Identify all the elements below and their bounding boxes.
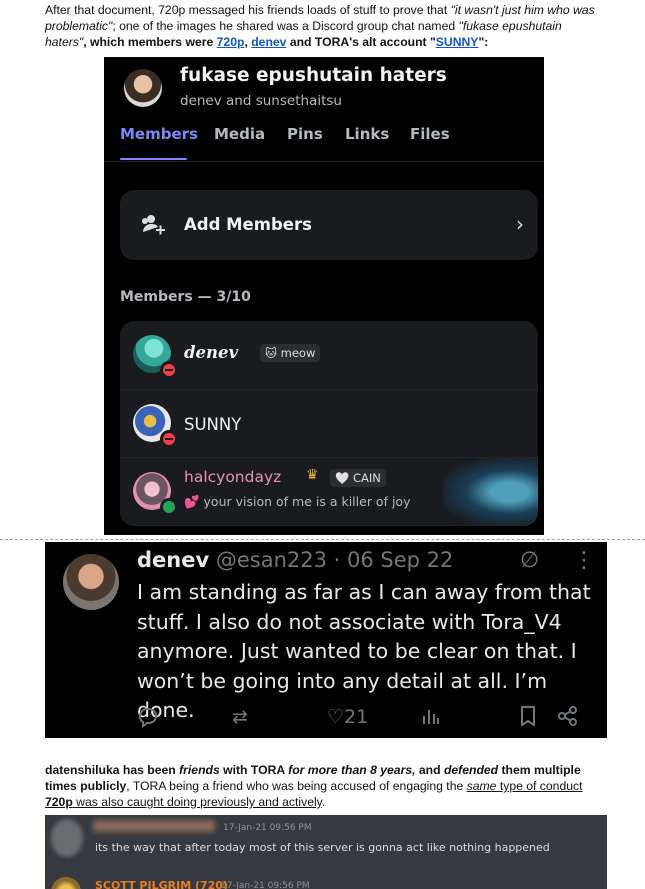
tab-links[interactable]: Links (345, 125, 389, 143)
server-tag: 🐱 meow (260, 344, 321, 362)
tweet-screenshot: denev @esan223 · 06 Sep 22 ∅ ⋮ I am stan… (45, 542, 607, 738)
avatar (51, 877, 81, 889)
tweet-author: denev (137, 548, 210, 572)
views-icon[interactable] (422, 706, 440, 731)
grok-icon[interactable]: ∅ (520, 548, 539, 573)
datenshiluka-paragraph: datenshiluka has been friends with TORA … (45, 762, 605, 810)
para-text: and (415, 763, 444, 777)
para-text: was also caught doing previously and act… (72, 795, 322, 809)
tab-members[interactable]: Members (120, 125, 198, 143)
members-list: denev 🐱 meow SUNNY halcyondayz ♛ 🤍 CAIN … (120, 321, 538, 526)
section-divider (0, 539, 645, 540)
member-row-sunny[interactable]: SUNNY (120, 389, 538, 458)
message-timestamp: 17-Jan-21 09:56 PM (221, 881, 310, 889)
discord-screenshot: fukase epushutain haters denev and sunse… (104, 57, 544, 535)
para-emphasis: same (466, 779, 497, 793)
para-emphasis: 720p (45, 795, 73, 809)
para-text: with TORA (219, 763, 289, 777)
tweet-text: I am standing as far as I can away from … (137, 580, 591, 722)
intro-text: and TORA's alt account " (286, 35, 436, 49)
chevron-right-icon: › (516, 212, 524, 236)
chat-message: its the way that after today most of thi… (95, 841, 550, 854)
like-button[interactable]: ♡21 (327, 706, 368, 728)
link-sunny[interactable]: SUNNY (436, 35, 479, 49)
avatar (63, 554, 119, 610)
tweet-handle-date: @esan223 · 06 Sep 22 (215, 548, 454, 572)
message-timestamp: 17-Jan-21 09:56 PM (223, 823, 312, 833)
para-emphasis: for more than 8 years, (288, 763, 416, 777)
tab-pins[interactable]: Pins (287, 125, 323, 143)
member-row-halcyondayz[interactable]: halcyondayz ♛ 🤍 CAIN 💕 your vision of me… (120, 457, 538, 526)
para-text: type of conduct (496, 779, 583, 793)
server-tag: 🤍 CAIN (330, 469, 386, 487)
more-icon[interactable]: ⋮ (573, 548, 595, 573)
reply-icon[interactable] (137, 706, 159, 733)
group-name: fukase epushutain haters (180, 65, 447, 86)
divider (104, 161, 544, 162)
intro-text: After that document, 720p messaged his f… (45, 3, 451, 17)
add-members-button[interactable]: Add Members › (120, 190, 538, 260)
para-emphasis: defended (443, 763, 499, 777)
member-name: SUNNY (184, 415, 242, 434)
member-name: denev (184, 343, 239, 362)
member-name: halcyondayz (184, 468, 282, 486)
like-count: 21 (344, 706, 369, 728)
add-member-icon (142, 215, 165, 235)
blurred-avatar (51, 819, 83, 857)
bookmark-icon[interactable] (520, 706, 536, 731)
member-row-denev[interactable]: denev 🐱 meow (120, 321, 538, 389)
crown-icon: ♛ (306, 467, 319, 483)
link-720p[interactable]: 720p (217, 35, 245, 49)
blurred-username (93, 820, 215, 832)
para-emphasis: friends (179, 763, 220, 777)
add-members-label: Add Members (184, 215, 312, 234)
intro-text: , which members were (83, 35, 217, 49)
intro-text: ": (478, 35, 489, 49)
custom-status: 💕 your vision of me is a killer of joy (184, 494, 411, 509)
para-text: . (321, 795, 326, 809)
online-status-icon (160, 498, 178, 516)
intro-text: ; one of the images he shared was a Disc… (112, 19, 459, 33)
retweet-icon[interactable]: ⇄ (232, 706, 248, 728)
tab-media[interactable]: Media (214, 125, 265, 143)
group-subtitle: denev and sunsethaitsu (180, 93, 342, 109)
profile-banner (443, 458, 538, 526)
tweet-actions: ⇄ ♡21 (137, 706, 587, 732)
para-text: , TORA being a friend who was being accu… (126, 779, 467, 793)
discord-chat-screenshot: 17-Jan-21 09:56 PM its the way that afte… (45, 815, 607, 889)
tab-files[interactable]: Files (410, 125, 450, 143)
intro-paragraph: After that document, 720p messaged his f… (45, 2, 605, 50)
group-avatar (124, 69, 162, 107)
dnd-status-icon (160, 361, 178, 379)
para-text: datenshiluka has been (45, 763, 180, 777)
dnd-status-icon (160, 430, 178, 448)
tweet-header: denev @esan223 · 06 Sep 22 (137, 548, 453, 572)
share-icon[interactable] (558, 706, 578, 731)
active-tab-indicator (120, 158, 187, 160)
chat-username: SCOTT PILGRIM (720) (95, 879, 228, 889)
members-header: Members — 3/10 (120, 289, 251, 305)
tab-bar: Members Media Pins Links Files (120, 125, 544, 161)
heart-icon: ♡ (327, 706, 345, 728)
link-denev[interactable]: denev (251, 35, 286, 49)
